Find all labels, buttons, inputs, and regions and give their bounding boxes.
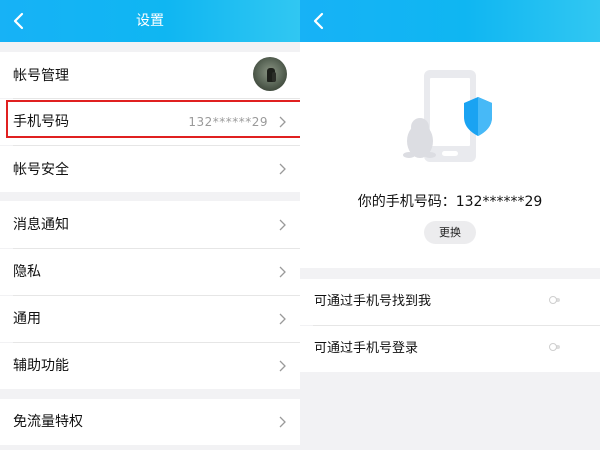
chevron-right-icon <box>279 116 286 128</box>
settings-item-privacy[interactable]: 隐私 <box>0 249 300 295</box>
login-by-phone-toggle[interactable] <box>549 342 560 352</box>
settings-item-phone-number[interactable]: 手机号码 132******29 <box>0 99 300 145</box>
back-arrow-icon[interactable] <box>306 7 334 35</box>
settings-item-accessibility[interactable]: 辅助功能 <box>0 343 300 389</box>
chevron-right-icon <box>279 163 286 175</box>
settings-item-general[interactable]: 通用 <box>0 296 300 342</box>
settings-item-notifications[interactable]: 消息通知 <box>0 201 300 248</box>
settings-item-label: 帐号管理 <box>13 68 69 84</box>
settings-item-label: 帐号安全 <box>13 162 69 178</box>
chevron-right-icon <box>279 416 286 428</box>
settings-item-data-free-privilege[interactable]: 免流量特权 <box>0 399 300 445</box>
settings-item-label: 免流量特权 <box>13 414 83 430</box>
phone-illustration <box>400 67 500 167</box>
settings-item-label: 手机号码 <box>13 114 69 130</box>
phone-number-screen: 你的手机号码：132******29 更换 可通过手机号找到我 可通过手机号登录 <box>300 0 600 450</box>
avatar[interactable] <box>253 57 287 91</box>
find-me-by-phone-row: 可通过手机号找到我 <box>300 279 600 325</box>
settings-item-label: 消息通知 <box>13 217 69 233</box>
change-button[interactable]: 更换 <box>424 221 476 244</box>
phone-number-text: 你的手机号码：132******29 <box>357 194 543 210</box>
chevron-right-icon <box>279 360 286 372</box>
settings-screen: 设置 帐号管理 手机号码 132******29 帐号安全 消息通知 隐私 通用… <box>0 0 300 450</box>
phone-hero: 你的手机号码：132******29 更换 <box>300 42 600 268</box>
settings-header: 设置 <box>0 0 300 42</box>
page-title: 设置 <box>136 13 164 29</box>
settings-item-label: 通用 <box>13 311 41 327</box>
find-me-by-phone-toggle[interactable] <box>549 295 560 305</box>
chevron-right-icon <box>279 219 286 231</box>
settings-item-label: 隐私 <box>13 264 41 280</box>
login-by-phone-row: 可通过手机号登录 <box>300 326 600 372</box>
chevron-right-icon <box>279 266 286 278</box>
phone-number-value: 132******29 <box>188 115 268 129</box>
settings-item-label: 辅助功能 <box>13 358 69 374</box>
phone-header <box>300 0 600 42</box>
login-by-phone-label: 可通过手机号登录 <box>314 341 419 356</box>
find-me-by-phone-label: 可通过手机号找到我 <box>314 294 432 309</box>
settings-item-account-security[interactable]: 帐号安全 <box>0 146 300 192</box>
chevron-right-icon <box>279 313 286 325</box>
